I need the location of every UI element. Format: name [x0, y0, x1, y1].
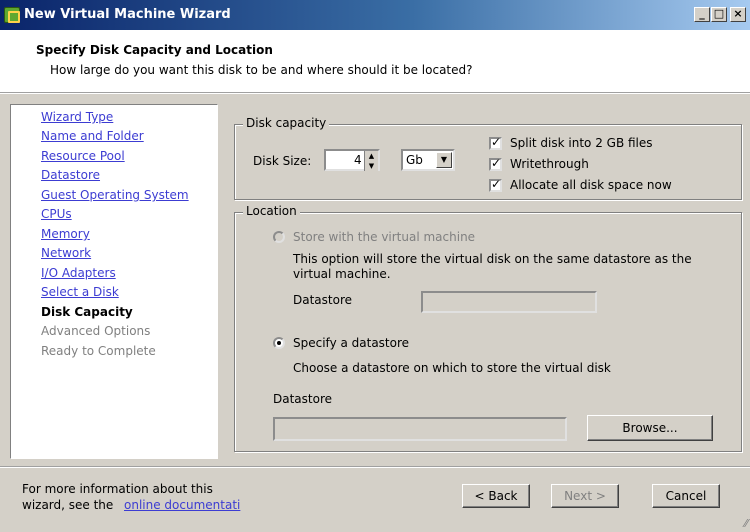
- chevron-down-icon[interactable]: ▼: [436, 152, 452, 168]
- store-with-vm-datastore-label: Datastore: [293, 293, 353, 307]
- writethrough-label[interactable]: Writethrough: [510, 157, 589, 171]
- specify-datastore-label[interactable]: Specify a datastore: [293, 336, 409, 350]
- nav-item-io-adapters[interactable]: I/O Adapters: [41, 266, 116, 280]
- store-with-vm-radio: [273, 231, 285, 243]
- nav-item-ready-to-complete: Ready to Complete: [41, 344, 156, 358]
- spin-up-icon[interactable]: ▲: [365, 151, 378, 161]
- disk-capacity-legend: Disk capacity: [243, 116, 330, 130]
- back-button[interactable]: < Back: [462, 484, 530, 508]
- close-button[interactable]: ×: [730, 7, 746, 22]
- help-text-line2: wizard, see the: [22, 498, 114, 512]
- minimize-button[interactable]: _: [694, 7, 710, 22]
- nav-item-resource-pool[interactable]: Resource Pool: [41, 149, 125, 163]
- wizard-body: Wizard Type Name and Folder Resource Poo…: [0, 94, 750, 466]
- nav-item-datastore[interactable]: Datastore: [41, 168, 100, 182]
- location-group: Location Store with the virtual machine …: [234, 204, 742, 452]
- page-title: Specify Disk Capacity and Location: [36, 43, 273, 57]
- nav-item-disk-capacity: Disk Capacity: [41, 305, 133, 319]
- disk-capacity-group: Disk capacity Disk Size: 4 ▲ ▼ Gb ▼ Spli…: [234, 116, 742, 200]
- wizard-header: Specify Disk Capacity and Location How l…: [0, 30, 750, 92]
- cancel-button[interactable]: Cancel: [652, 484, 720, 508]
- location-legend: Location: [243, 204, 300, 218]
- disk-size-input[interactable]: 4 ▲ ▼: [324, 149, 380, 171]
- store-with-vm-description: This option will store the virtual disk …: [293, 252, 692, 281]
- title-bar[interactable]: New Virtual Machine Wizard _ □ ×: [0, 0, 750, 30]
- window-title: New Virtual Machine Wizard: [24, 7, 231, 22]
- store-with-vm-label: Store with the virtual machine: [293, 230, 476, 244]
- disk-size-stepper[interactable]: ▲ ▼: [364, 151, 378, 171]
- vm-wizard-icon: [4, 7, 20, 23]
- writethrough-checkbox[interactable]: [489, 156, 502, 171]
- allocate-space-label[interactable]: Allocate all disk space now: [510, 178, 672, 192]
- nav-item-advanced-options: Advanced Options: [41, 324, 151, 338]
- datastore-label: Datastore: [273, 392, 333, 406]
- nav-item-name-and-folder[interactable]: Name and Folder: [41, 129, 144, 143]
- disk-unit-value: Gb: [406, 153, 423, 167]
- wizard-steps-nav: Wizard Type Name and Folder Resource Poo…: [10, 104, 218, 459]
- resize-grip-icon[interactable]: ⁄⁄: [744, 517, 748, 530]
- store-with-vm-datastore-field: [421, 291, 597, 313]
- split-disk-checkbox[interactable]: [489, 135, 502, 150]
- page-subtitle: How large do you want this disk to be an…: [50, 63, 473, 77]
- nav-item-cpus[interactable]: CPUs: [41, 207, 72, 221]
- spin-down-icon[interactable]: ▼: [365, 161, 378, 171]
- split-disk-label[interactable]: Split disk into 2 GB files: [510, 136, 653, 150]
- online-documentation-link[interactable]: online documentati: [124, 498, 240, 512]
- disk-size-value: 4: [354, 153, 362, 167]
- nav-item-memory[interactable]: Memory: [41, 227, 90, 241]
- maximize-button[interactable]: □: [711, 7, 727, 22]
- nav-item-network[interactable]: Network: [41, 246, 91, 260]
- nav-item-select-disk[interactable]: Select a Disk: [41, 285, 119, 299]
- datastore-path-field[interactable]: [273, 417, 567, 441]
- specify-datastore-radio[interactable]: [273, 337, 285, 349]
- nav-item-wizard-type[interactable]: Wizard Type: [41, 110, 113, 124]
- wizard-footer: For more information about this wizard, …: [0, 468, 750, 532]
- disk-unit-select[interactable]: Gb ▼: [401, 149, 455, 171]
- nav-item-guest-os[interactable]: Guest Operating System: [41, 188, 189, 202]
- browse-button[interactable]: Browse...: [587, 415, 713, 441]
- disk-size-label: Disk Size:: [253, 154, 312, 168]
- specify-datastore-description: Choose a datastore on which to store the…: [293, 361, 611, 375]
- next-button: Next >: [551, 484, 619, 508]
- help-text-line1: For more information about this: [22, 482, 213, 496]
- allocate-space-checkbox[interactable]: [489, 177, 502, 192]
